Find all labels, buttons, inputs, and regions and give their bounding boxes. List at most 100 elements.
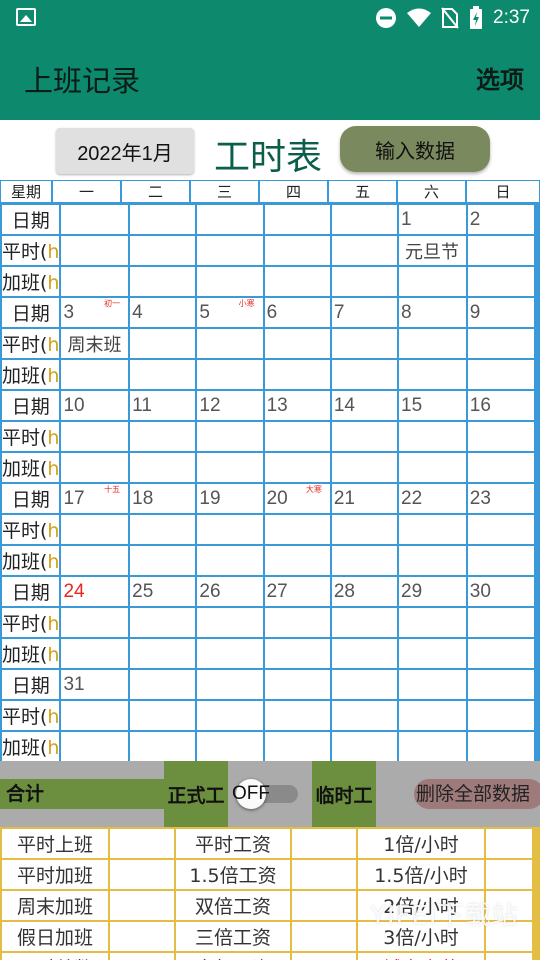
overtime-hours-cell[interactable]: [397, 451, 468, 484]
day-cell[interactable]: [59, 203, 131, 236]
day-cell[interactable]: [195, 203, 265, 236]
day-cell[interactable]: 3 初一: [59, 296, 131, 329]
overtime-hours-cell[interactable]: [329, 544, 400, 577]
regular-hours-cell[interactable]: [195, 420, 265, 453]
options-menu-button[interactable]: 选项: [476, 60, 524, 95]
day-cell[interactable]: [397, 668, 468, 701]
regular-hours-cell[interactable]: [397, 699, 468, 732]
day-cell[interactable]: 26: [195, 575, 265, 608]
regular-hours-cell[interactable]: [128, 234, 198, 267]
regular-hours-cell[interactable]: [465, 234, 537, 267]
regular-hours-cell[interactable]: [397, 420, 468, 453]
day-cell[interactable]: 30: [465, 575, 537, 608]
overtime-hours-cell[interactable]: [195, 730, 265, 761]
day-cell[interactable]: [465, 668, 537, 701]
day-cell[interactable]: 27: [262, 575, 332, 608]
overtime-hours-cell[interactable]: [397, 265, 468, 298]
day-cell[interactable]: 13: [262, 389, 332, 422]
overtime-hours-cell[interactable]: [262, 265, 332, 298]
day-cell[interactable]: [128, 203, 198, 236]
regular-hours-cell[interactable]: [128, 699, 198, 732]
delete-all-data-button[interactable]: 删除全部数据: [414, 779, 540, 809]
overtime-hours-cell[interactable]: [195, 544, 265, 577]
regular-hours-cell[interactable]: [465, 327, 537, 360]
calendar-scrollbar[interactable]: [536, 203, 540, 761]
overtime-hours-cell[interactable]: [262, 637, 332, 670]
day-cell[interactable]: 4: [128, 296, 198, 329]
regular-hours-cell[interactable]: [195, 513, 265, 546]
overtime-hours-cell[interactable]: [397, 358, 468, 391]
regular-hours-cell[interactable]: [465, 420, 537, 453]
overtime-hours-cell[interactable]: [128, 451, 198, 484]
worker-type-toggle[interactable]: OFF: [232, 779, 298, 809]
overtime-hours-cell[interactable]: [465, 451, 537, 484]
day-cell[interactable]: 22: [397, 482, 468, 515]
day-cell[interactable]: 12: [195, 389, 265, 422]
overtime-hours-cell[interactable]: [128, 265, 198, 298]
overtime-hours-cell[interactable]: [59, 730, 131, 761]
regular-hours-cell[interactable]: [262, 606, 332, 639]
day-cell[interactable]: 29: [397, 575, 468, 608]
day-cell[interactable]: 16: [465, 389, 537, 422]
regular-hours-cell[interactable]: [59, 699, 131, 732]
regular-hours-cell[interactable]: [329, 420, 400, 453]
regular-hours-cell[interactable]: 周末班: [59, 327, 131, 360]
regular-hours-cell[interactable]: [397, 513, 468, 546]
regular-hours-cell[interactable]: [128, 513, 198, 546]
day-cell[interactable]: 20 大寒: [262, 482, 332, 515]
overtime-hours-cell[interactable]: [128, 637, 198, 670]
regular-hours-cell[interactable]: [262, 513, 332, 546]
day-cell[interactable]: 24: [59, 575, 131, 608]
overtime-hours-cell[interactable]: [329, 730, 400, 761]
overtime-hours-cell[interactable]: [59, 451, 131, 484]
day-cell[interactable]: 7: [329, 296, 400, 329]
day-cell[interactable]: 5 小寒: [195, 296, 265, 329]
day-cell[interactable]: [262, 203, 332, 236]
overtime-hours-cell[interactable]: [195, 451, 265, 484]
day-cell[interactable]: 23: [465, 482, 537, 515]
overtime-hours-cell[interactable]: [195, 637, 265, 670]
regular-hours-cell[interactable]: [465, 513, 537, 546]
regular-hours-cell[interactable]: [397, 606, 468, 639]
regular-hours-cell[interactable]: [59, 513, 131, 546]
overtime-hours-cell[interactable]: [59, 358, 131, 391]
regular-hours-cell[interactable]: [128, 606, 198, 639]
regular-hours-cell[interactable]: [329, 699, 400, 732]
overtime-hours-cell[interactable]: [128, 730, 198, 761]
day-cell[interactable]: [195, 668, 265, 701]
overtime-hours-cell[interactable]: [262, 451, 332, 484]
overtime-hours-cell[interactable]: [195, 265, 265, 298]
regular-hours-cell[interactable]: [329, 606, 400, 639]
day-cell[interactable]: 1: [397, 203, 468, 236]
overtime-hours-cell[interactable]: [465, 637, 537, 670]
regular-hours-cell[interactable]: [195, 699, 265, 732]
day-cell[interactable]: 31: [59, 668, 131, 701]
overtime-hours-cell[interactable]: [262, 544, 332, 577]
regular-hours-cell[interactable]: [465, 606, 537, 639]
day-cell[interactable]: 25: [128, 575, 198, 608]
day-cell[interactable]: 19: [195, 482, 265, 515]
month-picker-button[interactable]: 2022年1月: [56, 128, 194, 174]
overtime-hours-cell[interactable]: [465, 730, 537, 761]
regular-hours-cell[interactable]: [329, 327, 400, 360]
regular-hours-cell[interactable]: 元旦节: [397, 234, 468, 267]
day-cell[interactable]: 14: [329, 389, 400, 422]
overtime-hours-cell[interactable]: [195, 358, 265, 391]
overtime-hours-cell[interactable]: [128, 544, 198, 577]
regular-hours-cell[interactable]: [329, 513, 400, 546]
regular-hours-cell[interactable]: [262, 420, 332, 453]
overtime-hours-cell[interactable]: [128, 358, 198, 391]
overtime-hours-cell[interactable]: [59, 544, 131, 577]
overtime-hours-cell[interactable]: [465, 544, 537, 577]
day-cell[interactable]: 2: [465, 203, 537, 236]
overtime-hours-cell[interactable]: [329, 451, 400, 484]
day-cell[interactable]: 18: [128, 482, 198, 515]
day-cell[interactable]: 9: [465, 296, 537, 329]
overtime-hours-cell[interactable]: [397, 637, 468, 670]
day-cell[interactable]: 21: [329, 482, 400, 515]
overtime-hours-cell[interactable]: [465, 358, 537, 391]
regular-hours-cell[interactable]: [397, 327, 468, 360]
day-cell[interactable]: 6: [262, 296, 332, 329]
overtime-hours-cell[interactable]: [59, 265, 131, 298]
regular-hours-cell[interactable]: [195, 606, 265, 639]
